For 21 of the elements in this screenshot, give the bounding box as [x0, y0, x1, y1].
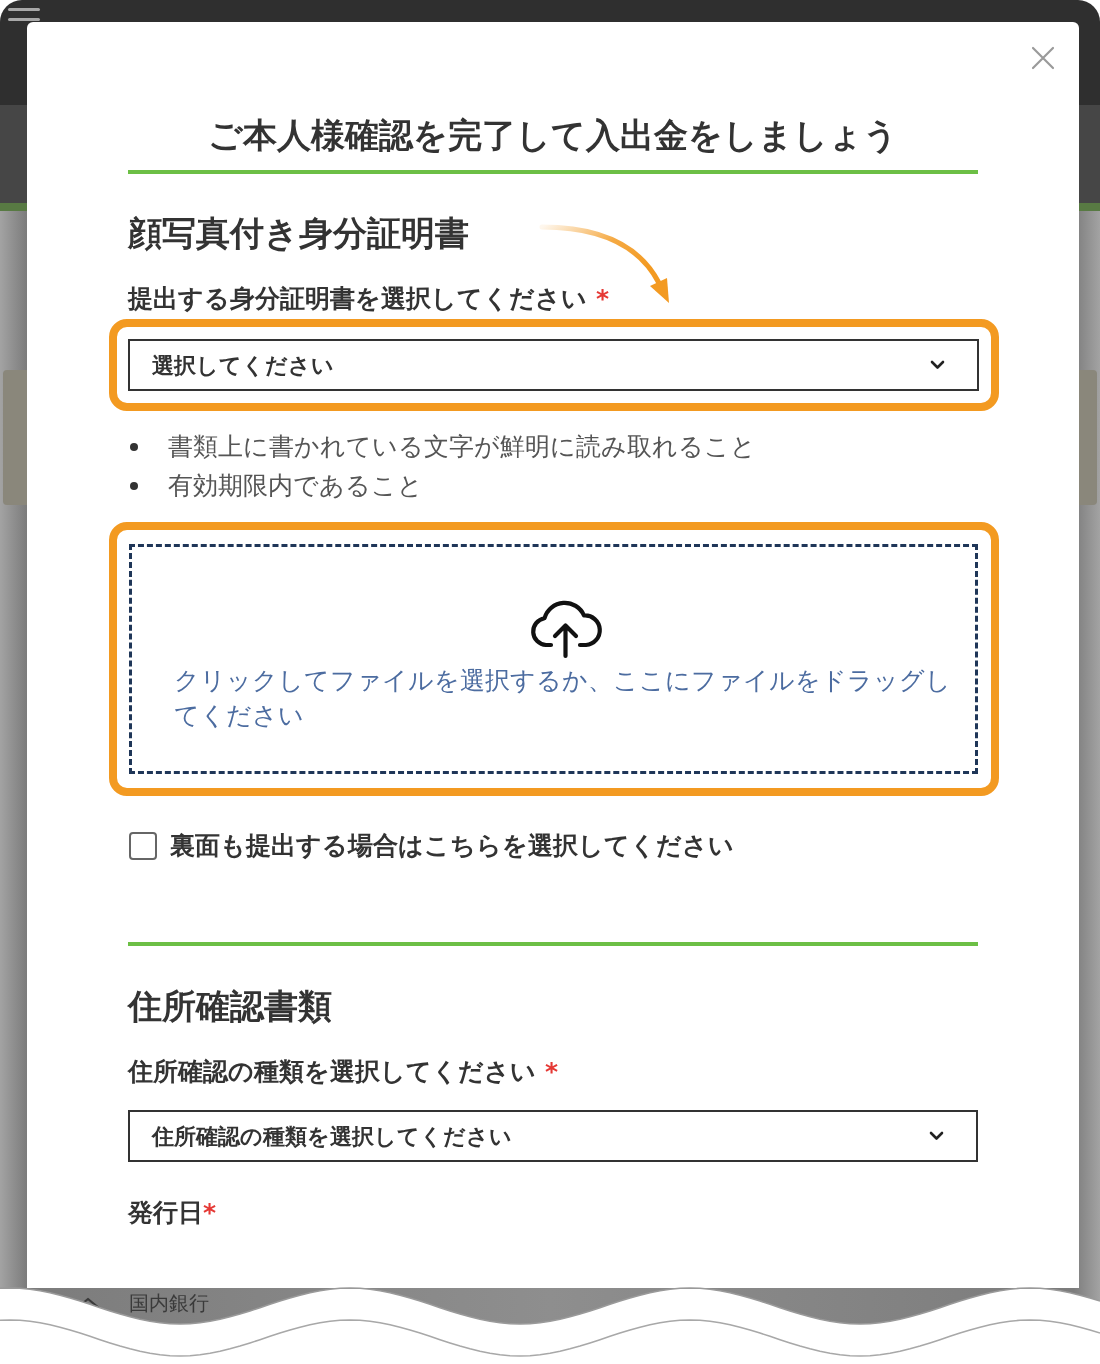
- field-label: 住所確認の種類を選択してください *: [128, 1056, 560, 1088]
- dropdown-select[interactable]: 住所確認の種類を選択してください: [128, 1110, 978, 1162]
- bullet-text: 有効期限内であること: [168, 470, 423, 502]
- field-label: 提出する身分証明書を選択してください *: [128, 283, 611, 315]
- chevron-icon: [930, 360, 945, 370]
- field-label: 発行日*: [128, 1197, 218, 1229]
- bullet-icon: [130, 442, 138, 451]
- checkbox[interactable]: [129, 832, 157, 860]
- bullet-text: 書類上に書かれている文字が鮮明に読み取れること: [168, 431, 756, 463]
- section-heading: 顔写真付き身分証明書: [128, 212, 470, 255]
- menu-item-label: 国内銀行: [129, 1290, 209, 1316]
- dropdown-select[interactable]: 選択してください: [128, 339, 979, 391]
- bullet-icon: [130, 481, 138, 490]
- close-icon: [1031, 45, 1055, 70]
- chevron-icon: [929, 1131, 944, 1141]
- section-heading: 住所確認書類: [128, 985, 333, 1028]
- file-drop-zone[interactable]: クリックしてファイルを選択するか、ここにファイルをドラッグしてください: [129, 544, 978, 774]
- checkbox-label: 裏面も提出する場合はこちらを選択してください: [170, 830, 734, 862]
- close-button[interactable]: [1031, 45, 1055, 69]
- dialog-title: ご本人様確認を完了して入出金をしましょう: [207, 114, 899, 157]
- cloud-upload-icon: [528, 598, 603, 660]
